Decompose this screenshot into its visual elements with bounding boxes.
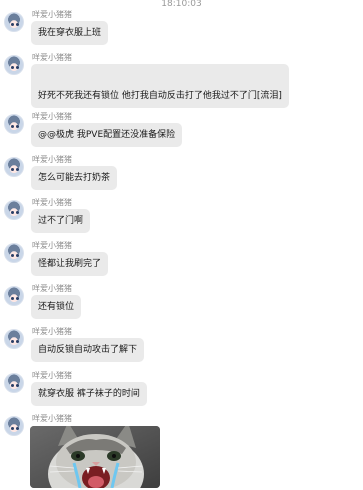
- cat-photo: [30, 426, 160, 488]
- sender-name: 咩爱小猪猪: [32, 284, 72, 293]
- message-bubble[interactable]: 我在穿衣服上班: [31, 21, 109, 45]
- sender-name: 咩爱小猪猪: [32, 112, 72, 121]
- avatar-eye: [11, 125, 14, 128]
- avatar[interactable]: [4, 243, 24, 263]
- sender-name: 咩爱小猪猪: [32, 155, 72, 164]
- message-bubble[interactable]: 就穿衣服 裤子袜子的时间: [31, 382, 147, 406]
- avatar-eye: [16, 297, 19, 300]
- avatar-eye: [16, 427, 19, 430]
- avatar[interactable]: [4, 286, 24, 306]
- avatar-eye: [16, 125, 19, 128]
- avatar[interactable]: [4, 12, 24, 32]
- message-bubble[interactable]: 怎么可能去打奶茶: [31, 166, 118, 190]
- sender-name: 咩爱小猪猪: [32, 371, 72, 380]
- avatar[interactable]: [4, 416, 24, 436]
- avatar-eye: [16, 384, 19, 387]
- avatar-eye: [11, 427, 14, 430]
- message-bubble[interactable]: 过不了门啊: [31, 209, 91, 233]
- image-message[interactable]: [30, 426, 160, 488]
- sender-name: 咩爱小猪猪: [32, 198, 72, 207]
- avatar-eye: [16, 168, 19, 171]
- message-bubble[interactable]: @@极虎 我PVE配置还没准备保险: [31, 123, 183, 147]
- message-bubble[interactable]: 还有锁位: [31, 295, 82, 319]
- avatar-eye: [16, 340, 19, 343]
- avatar-eye: [11, 254, 14, 257]
- avatar-eye: [11, 340, 14, 343]
- avatar-eye: [16, 254, 19, 257]
- avatar-eye: [16, 66, 19, 69]
- message-bubble[interactable]: 好死不死我还有锁位 他打我自动反击打了他我过不了门[流泪]: [31, 64, 289, 108]
- avatar[interactable]: [4, 114, 24, 134]
- avatar-eye: [16, 211, 19, 214]
- sender-name: 咩爱小猪猪: [32, 414, 72, 423]
- avatar[interactable]: [4, 329, 24, 349]
- chat-window: 18:10:03 咩爱小猪猪 我在穿衣服上班 咩爱小猪猪 好死不死我还有锁位 他…: [0, 0, 363, 490]
- avatar[interactable]: [4, 373, 24, 393]
- avatar-eye: [16, 23, 19, 26]
- avatar[interactable]: [4, 157, 24, 177]
- sender-name: 咩爱小猪猪: [32, 10, 72, 19]
- sender-name: 咩爱小猪猪: [32, 241, 72, 250]
- avatar-eye: [11, 211, 14, 214]
- avatar-eye: [11, 384, 14, 387]
- sender-name: 咩爱小猪猪: [32, 327, 72, 336]
- avatar[interactable]: [4, 55, 24, 75]
- avatar[interactable]: [4, 200, 24, 220]
- message-timestamp: 18:10:03: [161, 0, 202, 9]
- avatar-eye: [11, 66, 14, 69]
- sender-name: 咩爱小猪猪: [32, 53, 72, 62]
- avatar-eye: [11, 297, 14, 300]
- avatar-eye: [11, 23, 14, 26]
- message-bubble[interactable]: 怪都让我刷完了: [31, 252, 109, 276]
- avatar-eye: [11, 168, 14, 171]
- message-bubble[interactable]: 自动反锁自动攻击了解下: [31, 338, 145, 362]
